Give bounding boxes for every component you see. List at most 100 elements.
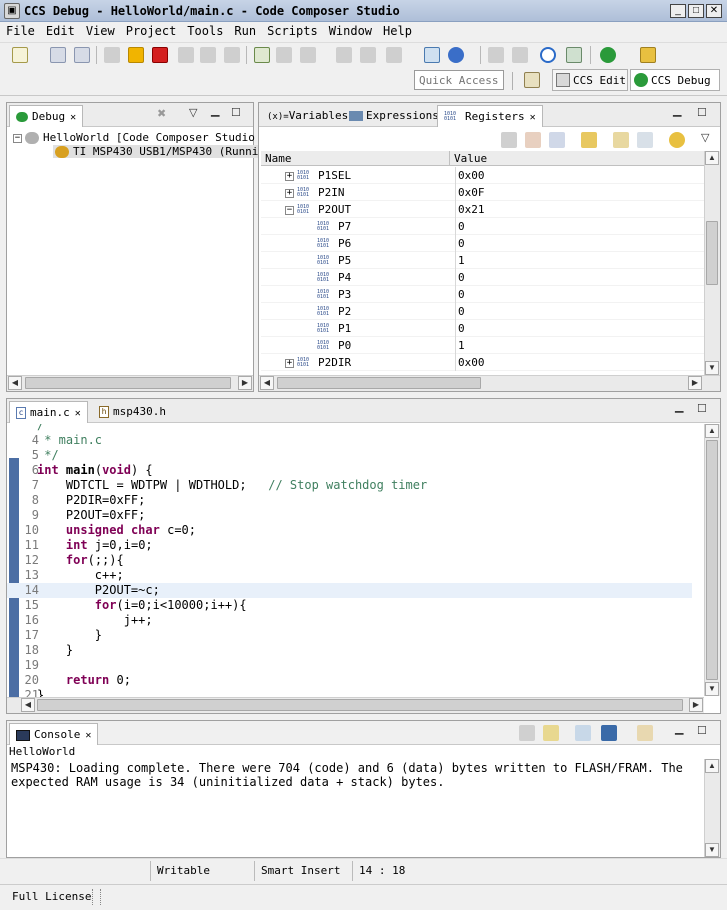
bug-icon[interactable] xyxy=(600,47,616,63)
prev-edit-icon[interactable] xyxy=(488,47,504,63)
code-line[interactable]: 5 */ xyxy=(7,448,692,463)
clear-console-icon[interactable] xyxy=(519,725,535,741)
menu-window[interactable]: Window xyxy=(324,22,377,40)
code-line[interactable]: 8 P2DIR=0xFF; xyxy=(7,493,692,508)
column-header-name[interactable]: Name xyxy=(265,152,292,165)
code-line[interactable]: 14 P2OUT=~c; xyxy=(7,583,692,598)
tree-item-session[interactable]: − HelloWorld [Code Composer Studio - xyxy=(13,131,268,144)
register-value[interactable]: 0x21 xyxy=(455,201,485,218)
register-row[interactable]: 1010 0101 P1 0 xyxy=(261,320,704,337)
view-menu-icon[interactable]: ▽ xyxy=(189,106,197,119)
register-value[interactable]: 0x0F xyxy=(455,184,485,201)
pin-console-icon[interactable] xyxy=(575,725,591,741)
code-line[interactable]: 9 P2OUT=0xFF; xyxy=(7,508,692,523)
expand-icon[interactable]: + xyxy=(285,171,294,181)
register-value[interactable]: 0 xyxy=(455,235,465,252)
register-row[interactable]: +1010 0101 P2DIR 0x00 xyxy=(261,354,704,371)
register-value[interactable]: 1 xyxy=(455,337,465,354)
asm-step-icon[interactable] xyxy=(360,47,376,63)
scroll-left-icon[interactable]: ◀ xyxy=(8,376,22,390)
save-icon[interactable] xyxy=(50,47,66,63)
console-vscrollbar[interactable]: ▲ ▼ xyxy=(704,759,720,857)
build-icon[interactable] xyxy=(640,47,656,63)
quick-access-input[interactable] xyxy=(414,70,504,90)
resume-icon[interactable] xyxy=(104,47,120,63)
export-icon[interactable] xyxy=(613,132,629,148)
debug-config-icon[interactable] xyxy=(448,47,464,63)
editor-hscrollbar[interactable]: ◀ ▶ xyxy=(7,697,704,713)
close-icon[interactable]: ✕ xyxy=(530,112,536,123)
column-header-value[interactable]: Value xyxy=(449,151,487,166)
reset-icon[interactable] xyxy=(254,47,270,63)
code-line[interactable]: 4 * main.c xyxy=(7,433,692,448)
register-row[interactable]: 1010 0101 P7 0 xyxy=(261,218,704,235)
expand-icon[interactable]: + xyxy=(285,188,294,198)
menu-edit[interactable]: Edit xyxy=(41,22,80,40)
tab-msp430-h[interactable]: h msp430.h xyxy=(93,401,172,423)
continuous-refresh-icon[interactable] xyxy=(669,132,685,148)
scroll-thumb[interactable] xyxy=(37,699,683,711)
maximize-view-icon[interactable]: ☐ xyxy=(697,106,707,119)
register-value[interactable]: 0 xyxy=(455,286,465,303)
suspend-icon[interactable] xyxy=(128,47,144,63)
register-value[interactable]: 0 xyxy=(455,320,465,337)
scroll-up-icon[interactable]: ▲ xyxy=(705,151,719,165)
menu-help[interactable]: Help xyxy=(378,22,417,40)
menu-file[interactable]: File xyxy=(1,22,40,40)
new-group-icon[interactable] xyxy=(525,132,541,148)
perspective-ccs-edit[interactable]: CCS Edit xyxy=(552,69,628,91)
code-line[interactable]: 20 return 0; xyxy=(7,673,692,688)
minimize-view-icon[interactable]: ▁ xyxy=(673,104,681,117)
step-into-icon[interactable] xyxy=(178,47,194,63)
close-icon[interactable]: ✕ xyxy=(85,730,91,741)
scroll-thumb[interactable] xyxy=(706,221,718,285)
registers-vscrollbar[interactable]: ▲ ▼ xyxy=(704,151,720,375)
scroll-right-icon[interactable]: ▶ xyxy=(689,698,703,712)
minimize-view-icon[interactable]: ▁ xyxy=(675,400,683,413)
open-perspective-icon[interactable] xyxy=(524,72,540,88)
step-over-icon[interactable] xyxy=(200,47,216,63)
code-line[interactable]: 6 int main(void) { xyxy=(7,463,692,478)
collapse-all-icon[interactable] xyxy=(501,132,517,148)
registers-hscrollbar[interactable]: ◀ ▶ xyxy=(259,375,720,391)
register-row[interactable]: −1010 0101 P2OUT 0x21 xyxy=(261,201,704,218)
tab-expressions[interactable]: Expressions xyxy=(343,105,445,127)
code-line[interactable]: 15 for(i=0;i<10000;i++){ xyxy=(7,598,692,613)
toggle-view-icon[interactable] xyxy=(566,47,582,63)
code-line[interactable]: 18 } xyxy=(7,643,692,658)
scroll-thumb[interactable] xyxy=(706,440,718,680)
register-row[interactable]: +1010 0101 P1SEL 0x00 xyxy=(261,167,704,184)
register-value[interactable]: 0 xyxy=(455,269,465,286)
restore-groups-icon[interactable] xyxy=(549,132,565,148)
maximize-view-icon[interactable]: ☐ xyxy=(697,724,707,737)
scroll-right-icon[interactable]: ▶ xyxy=(238,376,252,390)
restart-icon[interactable] xyxy=(336,47,352,63)
register-row[interactable]: 1010 0101 P6 0 xyxy=(261,235,704,252)
register-value[interactable]: 0x00 xyxy=(455,167,485,184)
register-value[interactable]: 0 xyxy=(455,218,465,235)
register-row[interactable]: 1010 0101 P2 0 xyxy=(261,303,704,320)
scroll-up-icon[interactable]: ▲ xyxy=(705,424,719,438)
skip-breakpoints-icon[interactable] xyxy=(540,47,556,63)
code-line[interactable]: 12 for(;;){ xyxy=(7,553,692,568)
tab-debug[interactable]: Debug ✕ xyxy=(9,105,84,127)
register-value[interactable]: 0x00 xyxy=(455,354,485,371)
close-icon[interactable]: ✕ xyxy=(70,112,76,123)
open-console-icon[interactable] xyxy=(637,725,653,741)
menu-project[interactable]: Project xyxy=(121,22,182,40)
perspective-ccs-debug[interactable]: CCS Debug xyxy=(630,69,720,91)
code-line[interactable]: 10 unsigned char c=0; xyxy=(7,523,692,538)
editor-vscrollbar[interactable]: ▲ ▼ xyxy=(704,424,720,696)
maximize-view-icon[interactable]: ☐ xyxy=(697,402,707,415)
tab-main-c[interactable]: c main.c ✕ xyxy=(9,401,88,423)
minimize-view-icon[interactable]: ▁ xyxy=(211,104,219,117)
scroll-left-icon[interactable]: ◀ xyxy=(260,376,274,390)
tab-registers[interactable]: 1010 0101 Registers ✕ xyxy=(437,105,543,127)
asm-step-over-icon[interactable] xyxy=(386,47,402,63)
code-line[interactable]: 16 j++; xyxy=(7,613,692,628)
next-edit-icon[interactable] xyxy=(512,47,528,63)
menu-tools[interactable]: Tools xyxy=(182,22,228,40)
maximize-icon[interactable]: □ xyxy=(688,4,704,18)
scroll-right-icon[interactable]: ▶ xyxy=(688,376,702,390)
scroll-thumb[interactable] xyxy=(25,377,231,389)
